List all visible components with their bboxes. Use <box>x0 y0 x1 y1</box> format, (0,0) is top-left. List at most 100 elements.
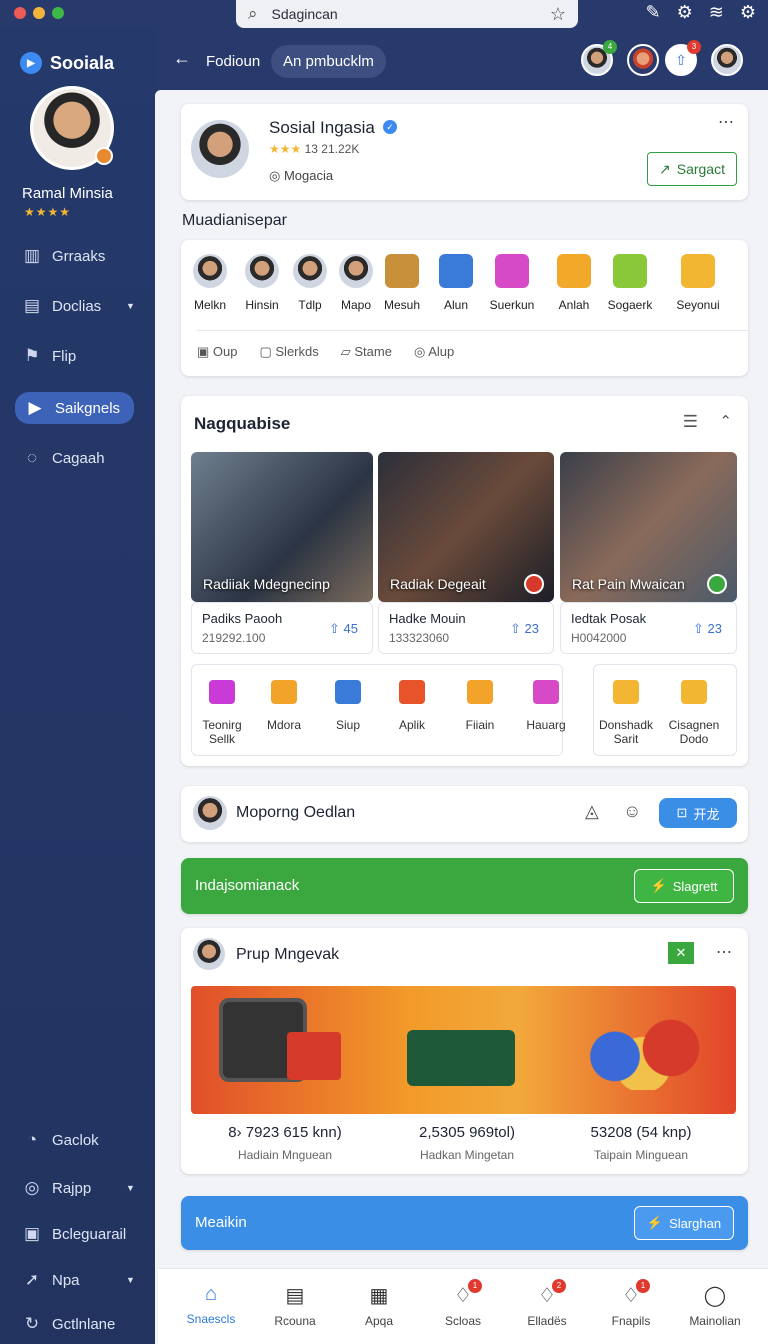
friend-label: Mesuh <box>383 298 421 312</box>
gift-icon[interactable] <box>681 680 707 704</box>
gift-icon[interactable] <box>209 680 235 704</box>
minimize-window-button[interactable] <box>33 7 45 19</box>
close-window-button[interactable] <box>14 7 26 19</box>
photo-info[interactable]: Iedtak Posak H0042000 ⇧ 23 <box>560 602 737 654</box>
friend-gift-icon[interactable] <box>439 254 473 288</box>
sidebar-item-label: Gaclok <box>52 1131 99 1149</box>
sidebar-item-bcleguarail[interactable]: ▣ Bcleguarail <box>22 1224 126 1244</box>
sidebar-item-label: Saikgnels <box>55 399 121 417</box>
star-icon[interactable]: ☆ <box>550 4 566 25</box>
friend-action-slerkds[interactable]: ▢ Slerkds <box>259 344 318 360</box>
story-action-button[interactable]: ⊡ 开龙 <box>659 798 737 828</box>
feed-photo[interactable]: Radiiak Mdegnecinp <box>191 452 373 602</box>
chevron-up-icon[interactable]: ⌃ <box>719 412 732 430</box>
story-avatar[interactable] <box>193 796 227 830</box>
more-icon[interactable]: ⋯ <box>716 942 732 962</box>
photo-info[interactable]: Hadke Mouin 133323060 ⇧ 23 <box>378 602 554 654</box>
feed-photo[interactable]: Rat Pain Mwaican <box>560 452 737 602</box>
gift-label: Hauarg <box>526 718 566 732</box>
friend-avatar[interactable] <box>193 254 227 288</box>
gear-icon[interactable]: ⚙ <box>677 2 693 23</box>
gift-label: Cisagnen Dodo <box>668 718 720 746</box>
breadcrumb[interactable]: Fodioun <box>206 53 260 70</box>
sargact-button[interactable]: ↗ Sargact <box>647 152 737 186</box>
share-icon[interactable]: ✕ <box>668 942 694 964</box>
nav-tab-snaescls[interactable]: ⌂ Snaescls <box>176 1283 246 1326</box>
profile-name: Sosial Ingasia <box>269 118 375 137</box>
friend-gift-icon[interactable] <box>385 254 419 288</box>
nav-tab-rcouna[interactable]: ▤ Rcouna <box>260 1283 330 1328</box>
friend-avatar[interactable] <box>293 254 327 288</box>
friend-avatar[interactable] <box>339 254 373 288</box>
header-avatar[interactable]: 4 <box>581 40 617 76</box>
post-avatar[interactable] <box>193 938 225 970</box>
friend-gift-icon[interactable] <box>681 254 715 288</box>
nav-tab-apqa[interactable]: ▦ Apqa <box>344 1283 414 1328</box>
friend-gift-icon[interactable] <box>495 254 529 288</box>
more-icon[interactable]: ⋯ <box>718 112 734 132</box>
upload-icon[interactable]: ⇧ 3 <box>665 40 701 76</box>
sidebar-item-flip[interactable]: ⚑ Flip <box>22 346 76 366</box>
sidebar-item-rajpp[interactable]: ◎ Rajpp ▼ <box>22 1178 135 1198</box>
image-icon: ▣ <box>197 344 213 359</box>
header-avatar[interactable] <box>627 44 659 76</box>
gift-icon[interactable] <box>335 680 361 704</box>
sidebar-item-npa[interactable]: ➚ Npa ▼ <box>22 1270 135 1290</box>
slagrett-button[interactable]: ⚡ Slagrett <box>634 869 734 903</box>
post-subtitle: Hadkan Mingetan <box>419 1148 515 1162</box>
chart-icon: ▥ <box>23 246 41 265</box>
nav-tab-fnapils[interactable]: ♢ 1 Fnapils <box>596 1279 666 1328</box>
friend-action-alup[interactable]: ◎ Alup <box>414 344 454 360</box>
gift-icon[interactable] <box>613 680 639 704</box>
friend-action-oup[interactable]: ▣ Oup <box>197 344 237 360</box>
slarghan-button[interactable]: ⚡ Slarghan <box>634 1206 734 1240</box>
sidebar-item-doclias[interactable]: ▤ Doclias ▼ <box>22 296 135 316</box>
search-bar[interactable]: ⌕ Sdagincan ☆ <box>236 0 578 28</box>
nav-tab-scloas[interactable]: ♢ 1 Scloas <box>428 1279 498 1328</box>
friend-avatar[interactable] <box>245 254 279 288</box>
lightning-icon: ⚡ <box>646 1215 664 1230</box>
photo-author: Iedtak Posak <box>571 611 647 626</box>
sidebar-item-grraaks[interactable]: ▥ Grraaks <box>22 246 105 266</box>
compass-icon[interactable]: ◬ <box>585 801 599 822</box>
sidebar-item-label: Npa <box>52 1271 80 1289</box>
feed-photo[interactable]: Radiak Degeait <box>378 452 554 602</box>
header-avatar[interactable] <box>711 44 743 76</box>
friend-label: Seyonui <box>676 298 720 312</box>
friend-gift-icon[interactable] <box>613 254 647 288</box>
gift-icon[interactable] <box>399 680 425 704</box>
promo-image[interactable] <box>191 986 736 1114</box>
photo-author: Hadke Mouin <box>389 611 466 626</box>
list-icon[interactable]: ☰ <box>683 412 698 432</box>
sidebar-item-gctlnlane[interactable]: ↻ Gctlnlane <box>22 1314 116 1334</box>
gift-icon[interactable] <box>271 680 297 704</box>
profile-stars: ★★★ <box>269 142 302 156</box>
post-price: 53208 (54 knp) <box>590 1124 692 1141</box>
sidebar-item-gaclok[interactable]: ◔ Gaclok <box>22 1130 99 1150</box>
profile-avatar[interactable] <box>191 120 249 178</box>
green-banner[interactable]: Indajsomianack ⚡ Slagrett <box>181 858 748 914</box>
post-subtitle: Hadiain Mnguean <box>237 1148 333 1162</box>
gift-icon[interactable] <box>467 680 493 704</box>
brand[interactable]: ▶ Sooiala <box>20 52 114 74</box>
back-arrow-icon[interactable]: ← <box>173 48 191 69</box>
nav-tab-mainolian[interactable]: ◯ Mainolian <box>680 1283 750 1328</box>
sidebar-item-saikgnels[interactable]: ▶ Saikgnels <box>15 392 135 424</box>
edit-icon[interactable]: ✎ <box>646 2 661 23</box>
nav-tab-label: Mainolian <box>689 1314 741 1328</box>
emoji-icon[interactable]: ☺ <box>623 801 641 822</box>
header-pill-tab[interactable]: An pmbucklm <box>271 45 386 78</box>
maximize-window-button[interactable] <box>52 7 64 19</box>
search-input[interactable]: Sdagincan <box>272 6 338 22</box>
photo-author: Padiks Paooh <box>202 611 283 626</box>
banner-text: Indajsomianack <box>195 877 300 894</box>
blue-banner[interactable]: Meaikin ⚡ Slarghan <box>181 1196 748 1250</box>
gift-icon[interactable] <box>533 680 559 704</box>
nav-tab-elladës[interactable]: ♢ 2 Elladës <box>512 1279 582 1328</box>
sidebar-item-cagaah[interactable]: ◌ Cagaah <box>22 448 105 468</box>
friend-gift-icon[interactable] <box>557 254 591 288</box>
settings-icon[interactable]: ⚙ <box>740 2 756 23</box>
user-avatar[interactable] <box>30 86 114 170</box>
photo-info[interactable]: Padiks Paooh 219292.100 ⇧ 45 <box>191 602 373 654</box>
friend-action-stame[interactable]: ▱ Stame <box>341 344 392 360</box>
